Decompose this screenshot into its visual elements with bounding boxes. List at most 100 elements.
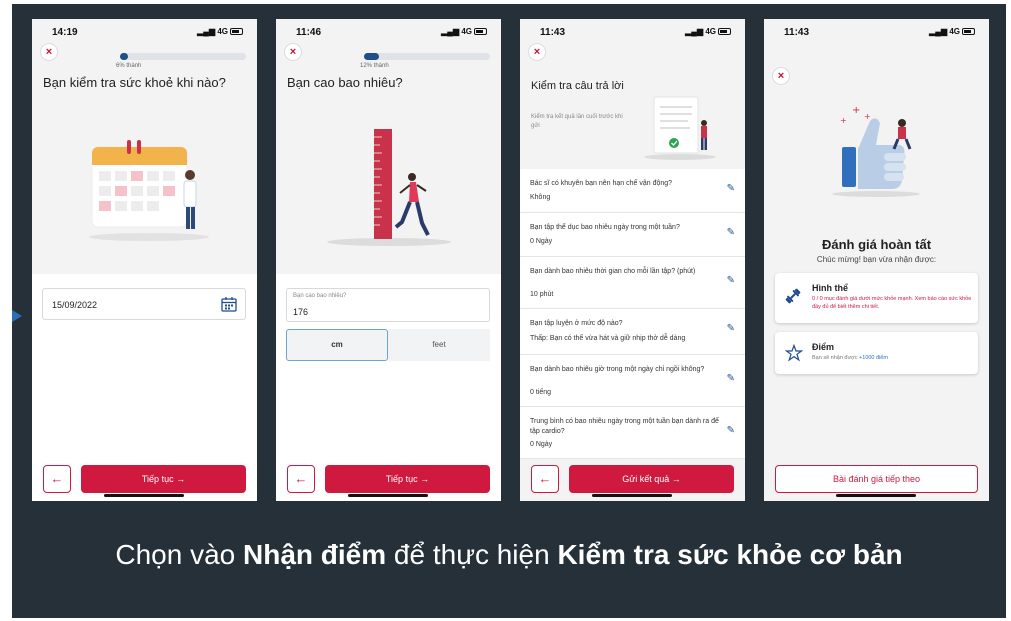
points-text-prefix: Bạn sẽ nhận được <box>812 355 860 361</box>
svg-text:+: + <box>840 116 847 125</box>
signal-icon: ▂▄▆ 4G <box>929 27 975 36</box>
question-text: Bạn dành bao nhiêu thời gian cho mỗi lần… <box>530 268 696 275</box>
edit-pencil-icon[interactable]: ✎ <box>727 425 735 436</box>
progress-label: 6% thành <box>116 63 142 69</box>
answer-text: 10 phút <box>530 291 554 298</box>
next-assessment-button[interactable]: Bài đánh giá tiếp theo <box>775 465 978 493</box>
progress-label: 12% thành <box>360 63 389 69</box>
screen-review: 11:43 ▂▄▆ 4G × Kiểm tra câu trả lời Kiểm… <box>520 19 745 501</box>
arrow-left-icon: ← <box>538 471 552 486</box>
unit-cm-toggle[interactable]: cm <box>286 329 388 361</box>
question-title: Bạn cao bao nhiêu? <box>287 75 403 90</box>
svg-text:+: + <box>864 112 871 121</box>
caption-text: Chọn vào <box>115 539 243 570</box>
status-bar: 14:19 ▂▄▆ 4G <box>32 19 257 41</box>
pointer-arrow-icon <box>12 310 22 322</box>
height-field[interactable]: Bạn cao bao nhiêu? 176 <box>286 288 490 322</box>
question-text: Bác sĩ có khuyên bạn nên hạn chế vận độn… <box>530 180 673 187</box>
question-text: Bạn tập thể dục bao nhiêu ngày trong một… <box>530 224 680 231</box>
points-card-text: Bạn sẽ nhận được +1000 điểm <box>812 355 888 361</box>
body-card-title: Hình thể <box>812 283 848 293</box>
battery-icon <box>230 28 243 36</box>
status-bar: 11:43 ▂▄▆ 4G <box>764 19 989 41</box>
screen-date: 14:19 ▂▄▆ 4G × 6% thành Bạn kiểm tra sức… <box>32 19 257 501</box>
slide-background: 14:19 ▂▄▆ 4G × 6% thành Bạn kiểm tra sức… <box>12 4 1006 618</box>
back-button[interactable]: ← <box>287 465 315 493</box>
status-time: 11:43 <box>540 27 566 38</box>
submit-label: Gửi kết quả <box>622 474 670 484</box>
ruler-runner-illustration <box>327 129 451 246</box>
points-card-title: Điểm <box>812 342 835 352</box>
home-indicator <box>836 494 916 497</box>
battery-icon <box>474 28 487 36</box>
points-card[interactable]: Điểm Bạn sẽ nhận được +1000 điểm <box>775 332 978 374</box>
signal-icon: ▂▄▆ 4G <box>441 27 487 36</box>
answer-row[interactable]: Bạn dành bao nhiêu thời gian cho mỗi lần… <box>520 257 745 309</box>
battery-icon <box>718 28 731 36</box>
question-title: Bạn kiểm tra sức khoẻ khi nào? <box>43 75 226 90</box>
answer-text: 0 Ngày <box>530 238 553 245</box>
date-field[interactable]: 15/09/2022 <box>42 288 246 320</box>
complete-subtitle: Chúc mừng! bạn vừa nhận được: <box>816 255 937 264</box>
review-subtitle: Kiểm tra kết quả lần cuối trước khi gửi <box>531 114 623 129</box>
caption-bold-checkup: Kiểm tra sức khỏe cơ bản <box>557 539 903 570</box>
home-indicator <box>592 494 672 497</box>
answer-text: 0 tiếng <box>530 389 552 396</box>
answer-row[interactable]: Bạn tập thể dục bao nhiêu ngày trong một… <box>520 213 745 257</box>
edit-pencil-icon[interactable]: ✎ <box>727 275 735 286</box>
arrow-left-icon: ← <box>50 471 64 486</box>
edit-pencil-icon[interactable]: ✎ <box>727 183 735 194</box>
status-time: 11:43 <box>784 27 810 38</box>
edit-pencil-icon[interactable]: ✎ <box>727 227 735 238</box>
unit-feet-toggle[interactable]: feet <box>388 329 490 361</box>
review-title: Kiểm tra câu trả lời <box>531 80 624 92</box>
continue-button[interactable]: Tiếp tục → <box>81 465 246 493</box>
home-indicator <box>104 494 184 497</box>
answer-row[interactable]: Trung bình có bao nhiêu ngày trong một t… <box>520 407 745 459</box>
question-text: Trung bình có bao nhiêu ngày trong một t… <box>530 418 719 435</box>
submit-button[interactable]: Gửi kết quả → <box>569 465 734 493</box>
calendar-illustration <box>89 140 209 241</box>
home-indicator <box>348 494 428 497</box>
signal-icon: ▂▄▆ 4G <box>197 27 243 36</box>
star-icon <box>785 344 803 362</box>
close-button[interactable]: × <box>528 43 546 61</box>
progress-bar <box>120 53 246 60</box>
edit-pencil-icon[interactable]: ✎ <box>727 323 735 334</box>
question-text: Bạn dành bao nhiêu giờ trong một ngày ch… <box>530 366 705 373</box>
continue-button[interactable]: Tiếp tục → <box>325 465 490 493</box>
status-time: 11:46 <box>296 27 322 38</box>
complete-title: Đánh giá hoàn tất <box>821 237 932 252</box>
dumbbell-icon <box>785 288 801 304</box>
continue-label: Tiếp tục <box>385 474 418 484</box>
progress-bar <box>364 53 490 60</box>
caption-text: để thực hiện <box>386 539 558 570</box>
height-field-label: Bạn cao bao nhiêu? <box>293 293 347 299</box>
arrow-left-icon: ← <box>294 471 308 486</box>
status-bar: 11:46 ▂▄▆ 4G <box>276 19 501 41</box>
signal-icon: ▂▄▆ 4G <box>685 27 731 36</box>
answer-row[interactable]: Bạn tập luyện ở mức độ nào? Thấp: Bạn có… <box>520 309 745 355</box>
answer-text: 0 Ngày <box>530 441 553 448</box>
answer-text: Thấp: Bạn có thể vừa hát và giữ nhịp thở… <box>530 335 686 342</box>
progress-fill <box>364 53 379 60</box>
question-text: Bạn tập luyện ở mức độ nào? <box>530 320 623 327</box>
svg-text:+: + <box>852 105 860 116</box>
status-bar: 11:43 ▂▄▆ 4G <box>520 19 745 41</box>
thumbs-up-illustration: + + + <box>832 105 920 197</box>
arrow-right-icon: → <box>420 474 430 484</box>
body-card[interactable]: Hình thể 0 / 0 mục đánh giá dưới mức khỏ… <box>775 273 978 323</box>
back-button[interactable]: ← <box>43 465 71 493</box>
status-time: 14:19 <box>52 27 78 38</box>
instruction-caption: Chọn vào Nhận điểm để thực hiện Kiểm tra… <box>12 539 1006 571</box>
answer-row[interactable]: Bác sĩ có khuyên bạn nên hạn chế vận độn… <box>520 169 745 213</box>
close-button[interactable]: × <box>772 67 790 85</box>
back-button[interactable]: ← <box>531 465 559 493</box>
answer-row[interactable]: Bạn dành bao nhiêu giờ trong một ngày ch… <box>520 355 745 407</box>
calendar-icon[interactable] <box>221 296 237 312</box>
close-button[interactable]: × <box>40 43 58 61</box>
points-value: +1000 điểm <box>859 355 888 361</box>
close-button[interactable]: × <box>284 43 302 61</box>
continue-label: Tiếp tục <box>141 474 174 484</box>
edit-pencil-icon[interactable]: ✎ <box>727 373 735 384</box>
